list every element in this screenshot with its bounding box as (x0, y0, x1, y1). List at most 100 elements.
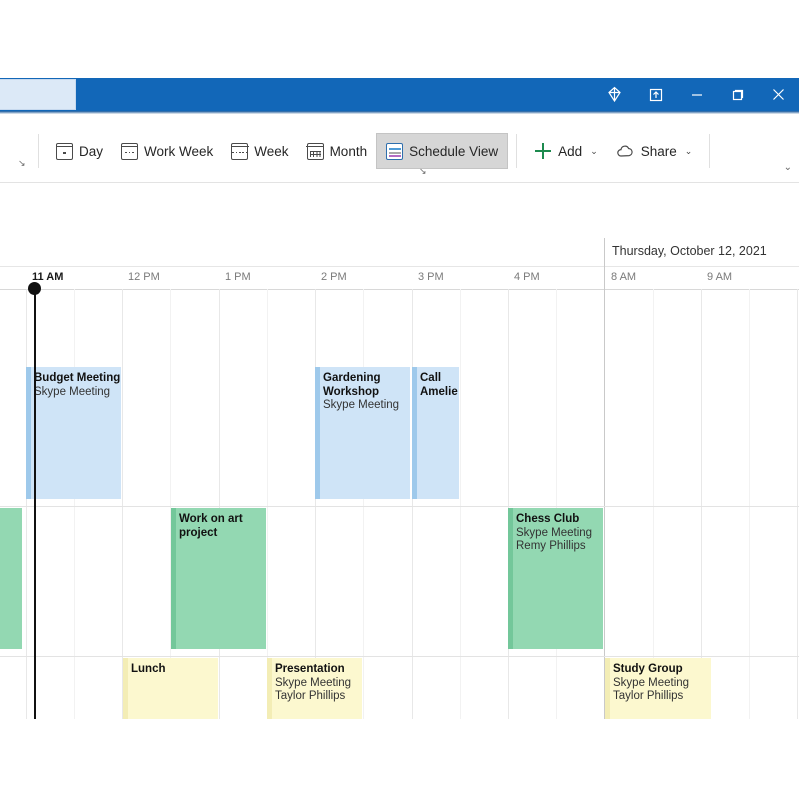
grid-line-hour (797, 289, 798, 719)
current-time-marker (28, 282, 41, 295)
restore-down-window-icon[interactable] (635, 78, 676, 111)
ribbon: s ↘ Day Work Week Week Month (0, 114, 799, 182)
calendar-week-icon (231, 143, 248, 160)
grid-line-half (653, 289, 654, 719)
appointment-subtitle: Skype Meeting (275, 677, 362, 691)
calendar-schedule-view: Thursday, October 12, 2021 11 AM 12 PM 1… (0, 238, 799, 719)
share-calendar-button[interactable]: Share ⌄ (607, 133, 702, 169)
grid-line-hour (508, 289, 509, 719)
current-time-line (34, 289, 36, 719)
minimize-window-button[interactable] (676, 78, 717, 111)
appointment-color-bar (315, 367, 320, 499)
window-controls (594, 78, 799, 111)
grid-line-hour (315, 289, 316, 719)
grid-line-half (74, 289, 75, 719)
appointment-title: Study Group (613, 663, 711, 677)
appointment-title: Chess Club (516, 513, 603, 527)
ribbon-divider-2 (516, 134, 517, 168)
grid-line-half (267, 289, 268, 719)
share-cloud-icon (616, 143, 635, 160)
day-header-row: Thursday, October 12, 2021 (0, 238, 799, 267)
view-button-day-label: Day (79, 144, 103, 159)
time-label-8am: 8 AM (611, 271, 636, 283)
view-button-week-label: Week (254, 144, 288, 159)
appointment-subtitle: Skype Meeting (613, 677, 711, 691)
appointment-title: Lunch (131, 663, 218, 677)
appointment-presentation[interactable]: Presentation Skype Meeting Taylor Philli… (267, 658, 362, 719)
weather-bar: Park Valley, California▾ Today 61° F / 4… (0, 183, 799, 237)
grid-line-half (460, 289, 461, 719)
appointment-color-bar (123, 658, 128, 719)
appointment-color-bar (605, 658, 610, 719)
time-label-2pm: 2 PM (321, 271, 347, 283)
close-window-button[interactable] (758, 78, 799, 111)
view-button-work-week-label: Work Week (144, 144, 213, 159)
appointment-chess-club[interactable]: Chess Club Skype Meeting Remy Phillips (508, 508, 603, 649)
ribbon-divider-1 (38, 134, 39, 168)
chevron-down-icon: ⌄ (685, 146, 693, 157)
time-label-12pm: 12 PM (128, 271, 160, 283)
grid-line-half (363, 289, 364, 719)
time-label-4pm: 4 PM (514, 271, 540, 283)
appointment-color-bar (26, 367, 31, 499)
grid-line-hour (412, 289, 413, 719)
time-ruler: 11 AM 12 PM 1 PM 2 PM 3 PM 4 PM 8 AM 9 A… (0, 267, 799, 290)
appointment-lunch[interactable]: Lunch (123, 658, 218, 719)
dialog-launcher-left[interactable]: ↘ (18, 158, 26, 169)
appointment-budget-meeting[interactable]: Budget Meeting Skype Meeting (26, 367, 121, 499)
view-button-week[interactable]: Week (222, 133, 297, 169)
appointment-subtitle: Skype Meeting (34, 386, 121, 400)
appointment-title: Call Amelie (420, 372, 459, 399)
appointment-subtitle: Skype Meeting (323, 399, 410, 413)
dialog-launcher-arrange[interactable]: ↘ (419, 166, 427, 177)
day-header-thursday: Thursday, October 12, 2021 (612, 244, 767, 258)
calendar-day-icon (56, 143, 73, 160)
calendar-grid[interactable]: Budget Meeting Skype Meeting Gardening W… (0, 289, 799, 719)
schedule-view-icon (386, 143, 403, 160)
grid-line-hour (219, 289, 220, 719)
appointment-color-bar (267, 658, 272, 719)
appointment-title: Gardening Workshop (323, 372, 410, 399)
grid-line-half (749, 289, 750, 719)
calendar-month-icon (307, 143, 324, 160)
view-button-month[interactable]: Month (298, 133, 377, 169)
time-label-11am: 11 AM (32, 271, 63, 283)
view-button-day[interactable]: Day (47, 133, 112, 169)
grid-line-half (170, 289, 171, 719)
day-divider-line (604, 238, 605, 719)
grid-line-half (556, 289, 557, 719)
appointment-title: Work on art project (179, 513, 266, 540)
ribbon-view-group: Day Work Week Week Month Sched (30, 130, 718, 172)
plus-icon (534, 142, 552, 160)
grid-line-hour (122, 289, 123, 719)
appointment-organizer: Remy Phillips (516, 540, 603, 554)
time-label-1pm: 1 PM (225, 271, 251, 283)
collapse-ribbon-button[interactable]: ⌄ (784, 162, 792, 173)
time-label-3pm: 3 PM (418, 271, 444, 283)
add-calendar-button[interactable]: Add ⌄ (525, 133, 607, 169)
appointment-offscreen-green[interactable] (0, 508, 22, 649)
time-label-9am: 9 AM (707, 271, 732, 283)
outlook-calendar-window: s ↘ Day Work Week Week Month (0, 0, 799, 799)
calendar-work-week-icon (121, 143, 138, 160)
maximize-window-button[interactable] (717, 78, 758, 111)
add-button-label: Add (558, 144, 582, 159)
row-divider-1 (0, 506, 799, 507)
appointment-title: Presentation (275, 663, 362, 677)
share-button-label: Share (641, 144, 677, 159)
appointment-work-on-art-project[interactable]: Work on art project (171, 508, 266, 649)
appointment-color-bar (171, 508, 176, 649)
chevron-down-icon: ⌄ (590, 146, 598, 157)
diamond-icon[interactable] (594, 78, 635, 111)
appointment-title: Budget Meeting (34, 372, 121, 386)
appointment-call-amelie[interactable]: Call Amelie (412, 367, 459, 499)
view-button-schedule-view[interactable]: Schedule View (376, 133, 508, 169)
search-box-tab[interactable] (0, 79, 76, 110)
appointment-study-group[interactable]: Study Group Skype Meeting Taylor Phillip… (605, 658, 711, 719)
view-button-work-week[interactable]: Work Week (112, 133, 222, 169)
appointment-color-bar (508, 508, 513, 649)
appointment-gardening-workshop[interactable]: Gardening Workshop Skype Meeting (315, 367, 410, 499)
grid-line-hour (26, 289, 27, 719)
ribbon-divider-3 (709, 134, 710, 168)
appointment-organizer: Taylor Phillips (613, 690, 711, 704)
